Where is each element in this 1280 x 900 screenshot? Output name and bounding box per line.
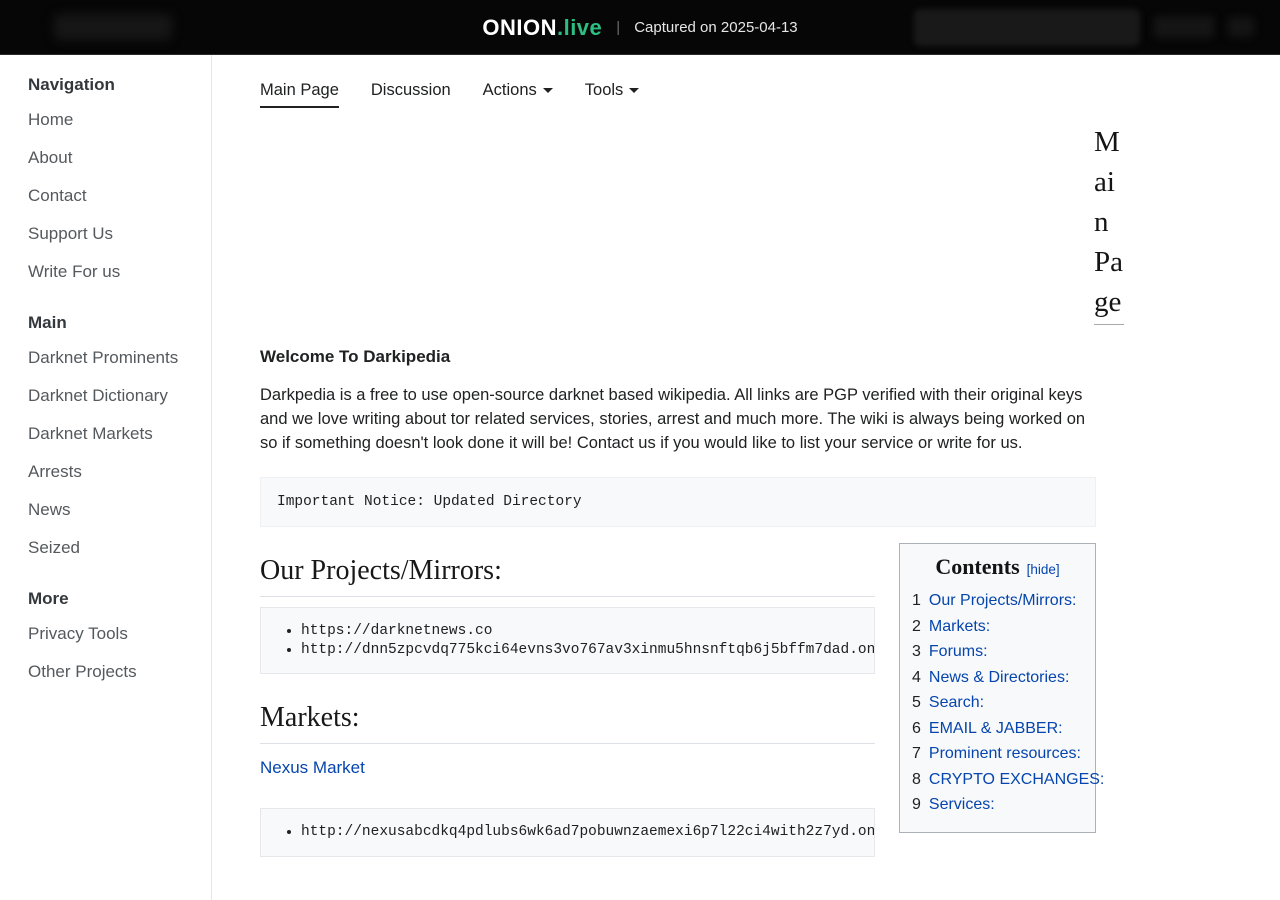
tab-actions[interactable]: Actions [483,81,553,108]
toc-link-crypto-exchanges[interactable]: CRYPTO EXCHANGES: [929,771,1104,788]
section-heading-markets: Markets: [260,702,875,744]
notice-box: Important Notice: Updated Directory [260,477,1096,527]
toc-item-number: 4 [912,669,921,686]
sidebar-item-contact[interactable]: Contact [28,177,201,215]
sidebar-item-support-us[interactable]: Support Us [28,215,201,253]
toc-link-services[interactable]: Services: [929,796,995,813]
intro-paragraph: Darkpedia is a free to use open-source d… [260,383,1096,455]
tab-tools-label: Tools [585,81,624,99]
sidebar-item-darknet-markets[interactable]: Darknet Markets [28,415,201,453]
nexus-market-link[interactable]: Nexus Market [260,758,365,778]
toc-link-search[interactable]: Search: [929,694,984,711]
sidebar-heading-more: More [28,589,201,609]
tab-discussion[interactable]: Discussion [371,81,451,108]
toc-item-number: 8 [912,771,921,788]
toc-link-prominent-resources[interactable]: Prominent resources: [929,745,1081,762]
toc-item-number: 6 [912,720,921,737]
toc-item-number: 5 [912,694,921,711]
tab-tools[interactable]: Tools [585,81,640,108]
toc-title: Contents [935,554,1019,579]
page-title: Main Page [1094,122,1124,325]
brand-tld: .live [557,15,602,41]
toc-item: 8CRYPTO EXCHANGES: [912,767,1083,793]
sidebar-item-about[interactable]: About [28,139,201,177]
sidebar-item-darknet-dictionary[interactable]: Darknet Dictionary [28,377,201,415]
toc-item-number: 1 [912,592,921,609]
sidebar-item-home[interactable]: Home [28,101,201,139]
market-url: http://nexusabcdkq4pdlubs6wk6ad7pobuwnza… [301,823,858,842]
sidebar-item-other-projects[interactable]: Other Projects [28,653,201,691]
toc-item-number: 7 [912,745,921,762]
toc-link-forums[interactable]: Forums: [929,643,988,660]
search-input[interactable] [914,9,1140,46]
sidebar-heading-main: Main [28,313,201,333]
toc-item-number: 2 [912,618,921,635]
sidebar-item-seized[interactable]: Seized [28,529,201,567]
url-block-projects: https://darknetnews.co http://dnn5zpcvdq… [260,607,875,674]
table-of-contents: Contents [hide] 1 Our Projects/Mirrors: 2M… [899,543,1096,833]
main-content: Main Page Discussion Actions Tools Main … [212,55,1280,900]
section-heading-our-projects: Our Projects/Mirrors: [260,555,875,597]
toc-item: 1 Our Projects/Mirrors: [912,588,1083,614]
toc-hide-link[interactable]: [hide] [1027,562,1060,577]
toc-header: Contents [hide] [912,554,1083,580]
header-controls [914,9,1254,46]
sidebar-item-darknet-prominents[interactable]: Darknet Prominents [28,339,201,377]
toc-link-our-projects[interactable]: Our Projects/Mirrors: [929,592,1077,609]
sidebar-section-navigation: Navigation Home About Contact Support Us… [28,75,201,291]
site-logo[interactable] [54,14,172,40]
sidebar-item-privacy-tools[interactable]: Privacy Tools [28,615,201,653]
captured-date-label: Captured on 2025-04-13 [634,19,797,36]
sidebar: Navigation Home About Contact Support Us… [0,55,212,900]
toc-item: 9 Services: [912,792,1083,818]
sidebar-section-more: More Privacy Tools Other Projects [28,589,201,691]
toc-item: 5 Search: [912,690,1083,716]
project-url: https://darknetnews.co [301,622,858,641]
toc-item: 7 Prominent resources: [912,741,1083,767]
toc-item: 4 News & Directories: [912,665,1083,691]
divider: | [616,19,620,36]
capture-banner: ONION.live | Captured on 2025-04-13 [482,0,797,55]
tab-actions-label: Actions [483,81,537,99]
sidebar-item-arrests[interactable]: Arrests [28,453,201,491]
toc-item: 3 Forums: [912,639,1083,665]
sidebar-item-news[interactable]: News [28,491,201,529]
brand-name: ONION [482,15,557,41]
toc-item: 6 EMAIL & JABBER: [912,716,1083,742]
sidebar-item-write-for-us[interactable]: Write For us [28,253,201,291]
welcome-heading: Welcome To Darkipedia [260,347,1096,367]
toc-link-news-directories[interactable]: News & Directories: [929,669,1069,686]
chevron-down-icon [543,88,553,93]
toc-link-email-jabber[interactable]: EMAIL & JABBER: [929,720,1063,737]
url-block-markets: http://nexusabcdkq4pdlubs6wk6ad7pobuwnza… [260,808,875,857]
toc-item-number: 9 [912,796,921,813]
article-tab-bar: Main Page Discussion Actions Tools [260,81,1096,108]
toc-link-markets[interactable]: Markets: [929,618,990,635]
search-button[interactable] [1154,16,1214,38]
menu-button[interactable] [1228,17,1254,37]
top-header-bar: ONION.live | Captured on 2025-04-13 [0,0,1280,55]
toc-item-number: 3 [912,643,921,660]
sidebar-section-main: Main Darknet Prominents Darknet Dictiona… [28,313,201,567]
tab-main-page[interactable]: Main Page [260,81,339,108]
project-url: http://dnn5zpcvdq775kci64evns3vo767av3xi… [301,641,858,660]
chevron-down-icon [629,88,639,93]
toc-item: 2 Markets: [912,614,1083,640]
sidebar-heading-navigation: Navigation [28,75,201,95]
